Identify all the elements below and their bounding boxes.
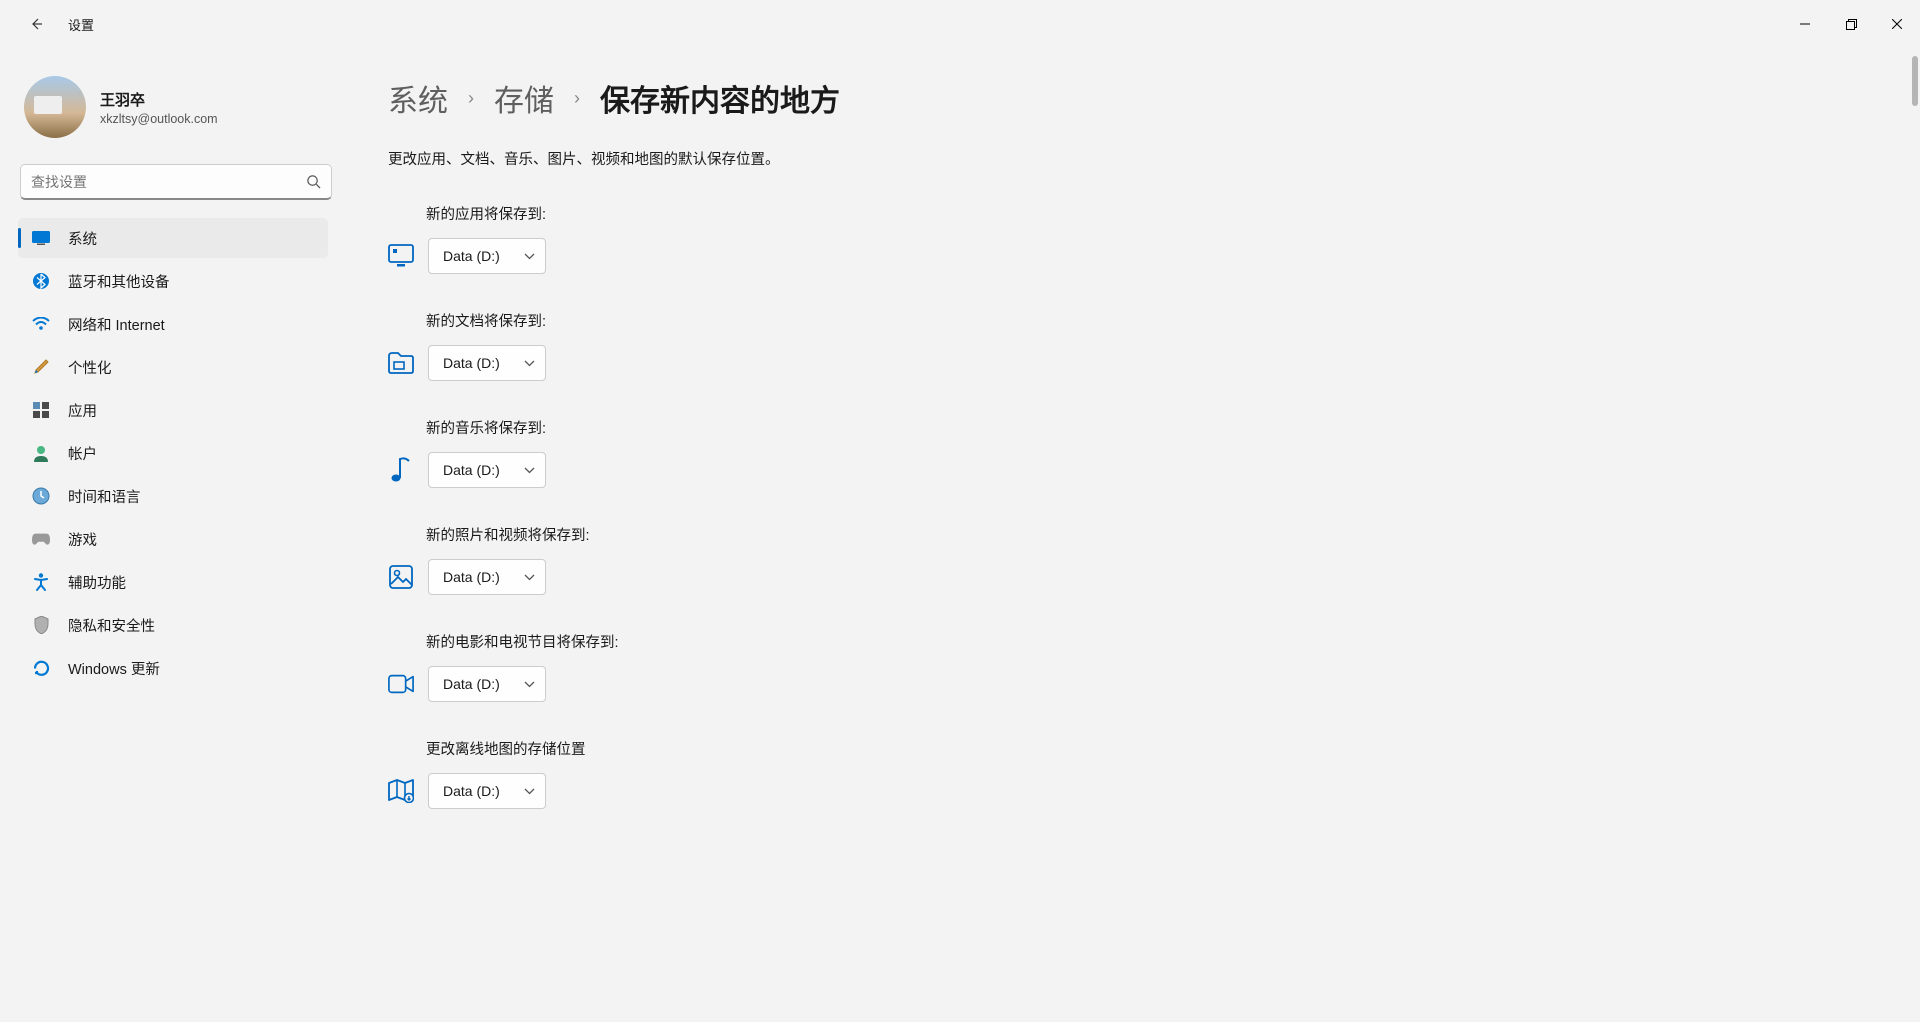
brush-icon	[32, 358, 50, 376]
setting-label: 新的音乐将保存到:	[388, 417, 1880, 438]
gamepad-icon	[32, 530, 50, 548]
main-content: 系统 › 存储 › 保存新内容的地方 更改应用、文档、音乐、图片、视频和地图的默…	[340, 48, 1920, 1022]
search-input[interactable]	[31, 174, 306, 190]
chevron-down-icon	[524, 253, 535, 260]
setting-documents: 新的文档将保存到: Data (D:)	[388, 310, 1880, 381]
close-button[interactable]	[1874, 8, 1920, 40]
page-description: 更改应用、文档、音乐、图片、视频和地图的默认保存位置。	[388, 148, 1880, 169]
update-icon	[32, 659, 50, 677]
chevron-down-icon	[524, 467, 535, 474]
search-icon	[306, 174, 321, 189]
chevron-down-icon	[524, 788, 535, 795]
setting-apps: 新的应用将保存到: Data (D:)	[388, 203, 1880, 274]
map-icon	[388, 779, 414, 803]
window-title: 设置	[68, 15, 94, 34]
setting-music: 新的音乐将保存到: Data (D:)	[388, 417, 1880, 488]
maximize-icon	[1846, 19, 1857, 30]
setting-label: 新的照片和视频将保存到:	[388, 524, 1880, 545]
sidebar-item-label: 辅助功能	[68, 572, 126, 593]
setting-label: 新的应用将保存到:	[388, 203, 1880, 224]
breadcrumb-system[interactable]: 系统	[388, 76, 448, 120]
accessibility-icon	[32, 573, 50, 591]
sidebar-item-label: 系统	[68, 228, 97, 249]
wifi-icon	[32, 315, 50, 333]
sidebar-item-label: Windows 更新	[68, 658, 160, 679]
dropdown-value: Data (D:)	[443, 248, 500, 264]
sidebar-item-label: 隐私和安全性	[68, 615, 155, 636]
minimize-button[interactable]	[1782, 8, 1828, 40]
image-icon	[388, 565, 414, 589]
music-icon	[388, 457, 414, 483]
sidebar-item-bluetooth[interactable]: 蓝牙和其他设备	[18, 261, 328, 301]
sidebar-item-apps[interactable]: 应用	[18, 390, 328, 430]
maximize-button[interactable]	[1828, 8, 1874, 40]
sidebar-item-label: 蓝牙和其他设备	[68, 271, 170, 292]
search-box[interactable]	[20, 164, 332, 200]
back-button[interactable]	[20, 8, 52, 40]
sidebar-item-gaming[interactable]: 游戏	[18, 519, 328, 559]
titlebar: 设置	[0, 0, 1920, 48]
dropdown-value: Data (D:)	[443, 676, 500, 692]
sidebar-item-label: 网络和 Internet	[68, 314, 165, 335]
setting-label: 更改离线地图的存储位置	[388, 738, 1880, 759]
setting-label: 新的电影和电视节目将保存到:	[388, 631, 1880, 652]
minimize-icon	[1800, 19, 1810, 29]
sidebar-item-privacy[interactable]: 隐私和安全性	[18, 605, 328, 645]
chevron-down-icon	[524, 360, 535, 367]
documents-location-dropdown[interactable]: Data (D:)	[428, 345, 546, 381]
monitor-icon	[388, 244, 414, 268]
bluetooth-icon	[32, 272, 50, 290]
sidebar-nav: 系统 蓝牙和其他设备 网络和 Internet 个性化 应用 帐户	[18, 218, 334, 688]
chevron-right-icon: ›	[574, 88, 580, 109]
breadcrumb-storage[interactable]: 存储	[494, 76, 554, 120]
sidebar-item-label: 时间和语言	[68, 486, 141, 507]
sidebar-item-account[interactable]: 帐户	[18, 433, 328, 473]
setting-maps: 更改离线地图的存储位置 Data (D:)	[388, 738, 1880, 809]
photos-location-dropdown[interactable]: Data (D:)	[428, 559, 546, 595]
profile-name: 王羽卒	[100, 89, 218, 110]
profile-block[interactable]: 王羽卒 xkzltsy@outlook.com	[18, 66, 334, 160]
music-location-dropdown[interactable]: Data (D:)	[428, 452, 546, 488]
scrollbar-thumb[interactable]	[1912, 56, 1918, 106]
apps-location-dropdown[interactable]: Data (D:)	[428, 238, 546, 274]
dropdown-value: Data (D:)	[443, 355, 500, 371]
folder-icon	[388, 352, 414, 374]
video-icon	[388, 674, 414, 694]
system-icon	[32, 229, 50, 247]
avatar	[24, 76, 86, 138]
sidebar-item-time[interactable]: 时间和语言	[18, 476, 328, 516]
dropdown-value: Data (D:)	[443, 783, 500, 799]
apps-icon	[32, 401, 50, 419]
sidebar-item-label: 游戏	[68, 529, 97, 550]
setting-movies: 新的电影和电视节目将保存到: Data (D:)	[388, 631, 1880, 702]
chevron-down-icon	[524, 681, 535, 688]
sidebar-item-update[interactable]: Windows 更新	[18, 648, 328, 688]
sidebar-item-accessibility[interactable]: 辅助功能	[18, 562, 328, 602]
sidebar-item-label: 应用	[68, 400, 97, 421]
sidebar-item-label: 个性化	[68, 357, 112, 378]
close-icon	[1892, 19, 1902, 29]
chevron-down-icon	[524, 574, 535, 581]
sidebar-item-network[interactable]: 网络和 Internet	[18, 304, 328, 344]
sidebar: 王羽卒 xkzltsy@outlook.com 系统 蓝牙和其他设备 网络和 I…	[0, 48, 340, 1022]
sidebar-item-label: 帐户	[68, 443, 97, 464]
profile-email: xkzltsy@outlook.com	[100, 112, 218, 126]
clock-icon	[32, 487, 50, 505]
shield-icon	[32, 616, 50, 634]
movies-location-dropdown[interactable]: Data (D:)	[428, 666, 546, 702]
sidebar-item-personalize[interactable]: 个性化	[18, 347, 328, 387]
breadcrumb: 系统 › 存储 › 保存新内容的地方	[388, 76, 1880, 120]
chevron-right-icon: ›	[468, 88, 474, 109]
maps-location-dropdown[interactable]: Data (D:)	[428, 773, 546, 809]
account-icon	[32, 444, 50, 462]
page-title: 保存新内容的地方	[600, 76, 840, 120]
setting-label: 新的文档将保存到:	[388, 310, 1880, 331]
setting-photos: 新的照片和视频将保存到: Data (D:)	[388, 524, 1880, 595]
dropdown-value: Data (D:)	[443, 462, 500, 478]
dropdown-value: Data (D:)	[443, 569, 500, 585]
window-controls	[1782, 8, 1920, 40]
arrow-left-icon	[28, 16, 44, 32]
sidebar-item-system[interactable]: 系统	[18, 218, 328, 258]
